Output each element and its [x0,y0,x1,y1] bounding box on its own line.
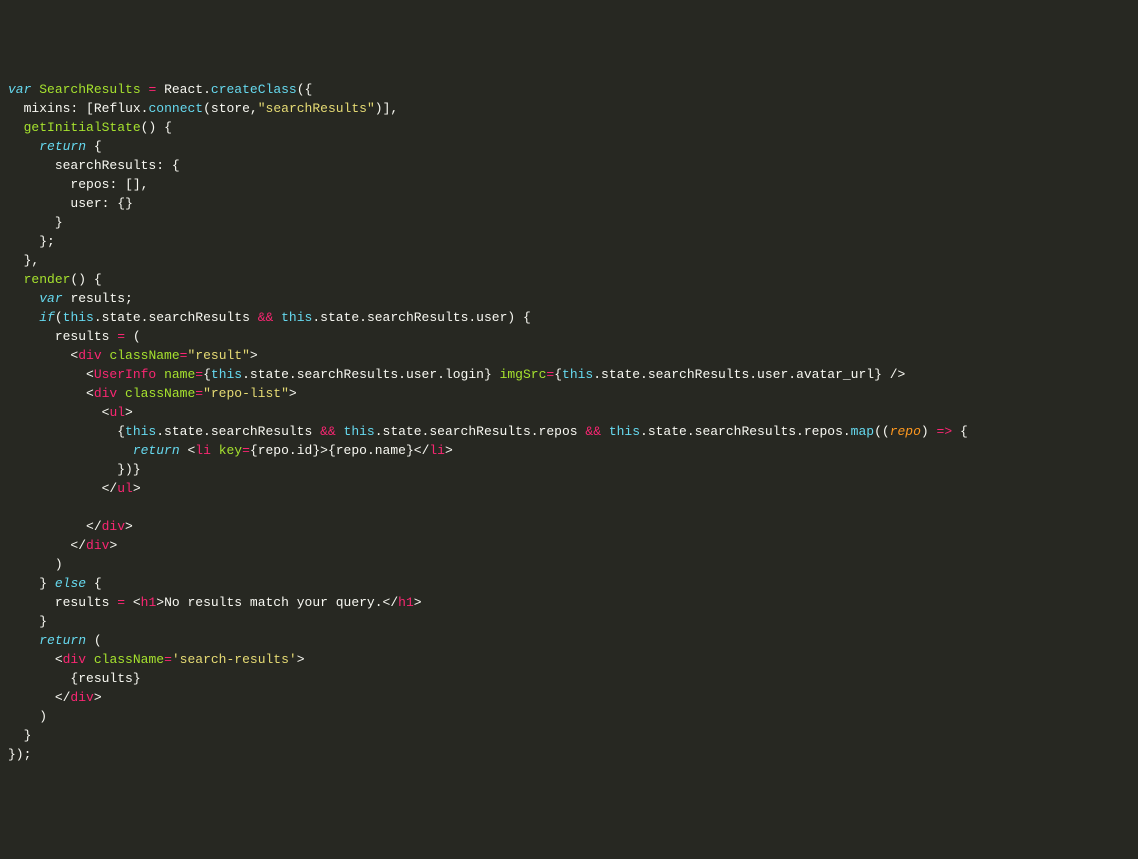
code-line: var results; [8,291,133,306]
code-line: return ( [8,633,102,648]
code-line: })} [8,462,141,477]
code-line: </div> [8,538,117,553]
code-line: var SearchResults = React.createClass({ [8,82,312,97]
code-line: }, [8,253,39,268]
code-line: results = ( [8,329,141,344]
code-line: results = <h1>No results match your quer… [8,595,422,610]
code-line: searchResults: { [8,158,180,173]
code-line: <div className="repo-list"> [8,386,297,401]
code-line: getInitialState() { [8,120,172,135]
code-line: return <li key={repo.id}>{repo.name}</li… [8,443,453,458]
code-line: {this.state.searchResults && this.state.… [8,424,968,439]
code-line: <div className="result"> [8,348,258,363]
code-line: <div className='search-results'> [8,652,305,667]
code-line: </div> [8,690,102,705]
code-line: } else { [8,576,102,591]
code-line: if(this.state.searchResults && this.stat… [8,310,531,325]
code-line: }); [8,747,31,762]
code-line: user: {} [8,196,133,211]
code-line: render() { [8,272,102,287]
code-line: </div> [8,519,133,534]
code-editor[interactable]: var SearchResults = React.createClass({ … [8,80,1130,764]
code-line: return { [8,139,102,154]
code-line: </ul> [8,481,141,496]
code-line: }; [8,234,55,249]
code-line: {results} [8,671,141,686]
code-line: <ul> [8,405,133,420]
code-line: repos: [], [8,177,148,192]
code-line: <UserInfo name={this.state.searchResults… [8,367,905,382]
code-line: mixins: [Reflux.connect(store,"searchRes… [8,101,398,116]
code-line: ) [8,709,47,724]
code-line: } [8,215,63,230]
code-line: } [8,728,31,743]
code-line: ) [8,557,63,572]
code-line: } [8,614,47,629]
